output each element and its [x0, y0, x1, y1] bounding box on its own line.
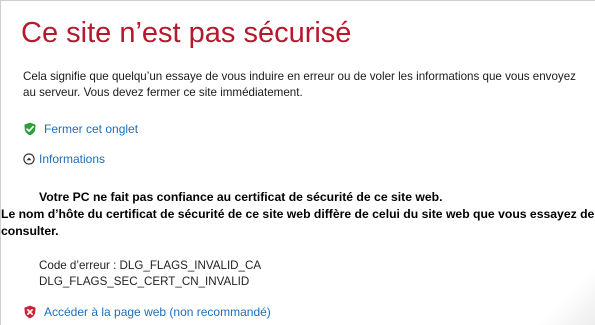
circle-chevron-up-icon: [23, 153, 35, 165]
more-info-label[interactable]: Informations: [39, 152, 105, 166]
red-shield-x-icon: [23, 305, 37, 319]
proceed-unsafe-link[interactable]: Accéder à la page web (non recommandé): [23, 305, 271, 319]
close-tab-link[interactable]: Fermer cet onglet: [23, 122, 138, 136]
error-code-primary: Code d’erreur : DLG_FLAGS_INVALID_CA: [39, 259, 262, 272]
proceed-label[interactable]: Accéder à la page web (non recommandé): [44, 305, 271, 319]
cert-not-trusted-text: Votre PC ne fait pas confiance au certif…: [39, 190, 443, 204]
security-warning-page: Ce site n’est pas sécurisé Cela signifie…: [0, 0, 595, 325]
close-tab-label[interactable]: Fermer cet onglet: [44, 122, 138, 136]
page-curl-shadow: [505, 265, 595, 325]
more-info-toggle[interactable]: Informations: [23, 152, 105, 166]
error-codes: Code d’erreur : DLG_FLAGS_INVALID_CA DLG…: [39, 258, 261, 289]
hostname-mismatch-text: Le nom d’hôte du certificat de sécurité …: [1, 207, 595, 238]
certificate-details: Votre PC ne fait pas confiance au certif…: [1, 189, 595, 240]
green-shield-check-icon: [23, 122, 37, 136]
error-code-secondary: DLG_FLAGS_SEC_CERT_CN_INVALID: [39, 274, 250, 288]
warning-description: Cela signifie que quelqu’un essaye de vo…: [23, 70, 576, 99]
page-title: Ce site n’est pas sécurisé: [21, 17, 352, 49]
